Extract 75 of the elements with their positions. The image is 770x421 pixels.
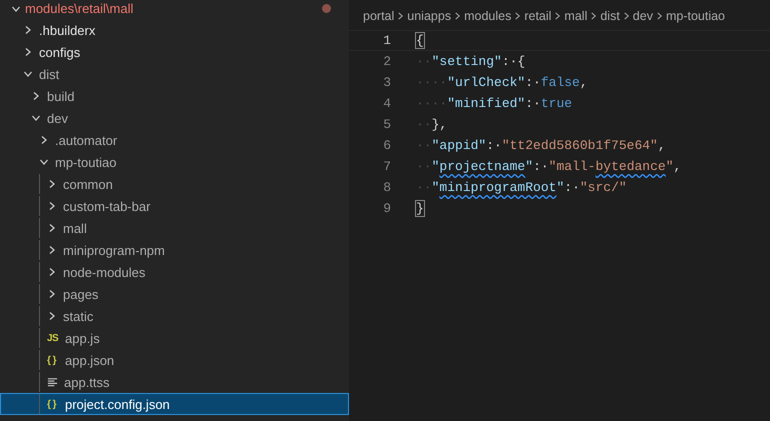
folder-item[interactable]: mall [0,217,349,239]
folder-item[interactable]: common [0,173,349,195]
folder-name: node-modules [63,264,146,280]
code-line: ····"minified":·true [416,96,572,111]
folder-item[interactable]: node-modules [0,261,349,283]
breadcrumb-item[interactable]: mp-toutiao [666,9,726,23]
breadcrumb-item[interactable]: modules [464,9,512,23]
code-line: ····"urlCheck":·false, [416,75,588,90]
chevron-icon [656,11,663,21]
breadcrumb-item[interactable]: dist [600,9,620,23]
folder-name: pages [63,286,98,302]
breadcrumb-item[interactable]: mall [564,9,588,23]
folder-name: dev [47,110,68,126]
line-number: 6 [382,138,391,153]
line-number: 9 [382,201,391,216]
folder-item[interactable]: pages [0,283,349,305]
folder-name: build [47,88,74,104]
file-item[interactable]: { } project.config.json [0,393,349,415]
line-number: 8 [382,180,391,195]
folder-name: custom-tab-bar [63,198,150,214]
text-lines-icon [47,377,58,387]
folder-item[interactable]: dev [0,107,349,129]
folder-item[interactable]: miniprogram-npm [0,239,349,261]
file-name: app.js [65,330,100,346]
folder-item[interactable]: static [0,305,349,327]
folder-name: configs [39,44,80,60]
line-number: 3 [382,75,391,90]
chevron-icon [514,11,522,21]
file-name: app.json [65,352,114,368]
chevron-icon [454,11,462,21]
folder-name: dist [39,66,60,82]
code-line: ··"miniprogramRoot":·"src/" [416,180,627,195]
breadcrumb-item[interactable]: retail [524,9,552,23]
js-file-icon: JS [47,332,59,344]
line-number: 1 [382,33,391,48]
folder-item[interactable]: .automator [0,129,349,151]
code-line: } [416,201,424,216]
folder-name: modules\retail\mall [25,1,134,16]
folder-item[interactable]: configs [0,41,349,63]
folder-name: .automator [55,132,118,148]
file-name: project.config.json [65,396,170,412]
line-number: 5 [382,117,391,132]
folder-item[interactable]: mp-toutiao [0,151,349,173]
folder-name: .hbuilderx [39,22,96,38]
folder-name: common [63,176,113,192]
line-number: 7 [382,159,391,174]
code-line: ··"appid":·"tt2edd5860b1f75e64", [416,138,666,153]
folder-item[interactable]: custom-tab-bar [0,195,349,217]
json-file-icon: { } [47,398,59,410]
folder-item[interactable]: build [0,85,349,107]
file-item[interactable]: app.ttss [0,371,349,393]
breadcrumb-item[interactable]: portal [363,9,394,23]
folder-header[interactable]: modules\retail\mall [0,0,349,17]
folder-name: miniprogram-npm [63,242,165,258]
line-number: 4 [382,96,391,111]
folder-item[interactable]: dist [0,63,349,85]
code-line: ··"setting":·{ [416,54,526,69]
file-item[interactable]: JS app.js [0,327,349,349]
code-line: ··}, [416,117,448,132]
breadcrumb-item[interactable]: uniapps [407,9,452,23]
code-line: ··"projectname":·"mall-bytedance", [416,159,682,174]
folder-name: static [63,308,94,324]
line-number: 2 [382,54,391,69]
chevron-icon [554,11,562,21]
file-name: app.ttss [64,374,110,390]
folder-name: mall [63,220,87,236]
chevron-icon [622,11,630,21]
folder-item[interactable]: .hbuilderx [0,19,349,41]
folder-name: mp-toutiao [55,154,116,170]
chevron-icon [397,11,404,21]
file-item[interactable]: { } app.json [0,349,349,371]
breadcrumb-item[interactable]: dev [632,9,653,23]
json-file-icon: { } [47,354,59,366]
code-line: { [416,33,424,48]
chevron-icon [590,11,598,21]
